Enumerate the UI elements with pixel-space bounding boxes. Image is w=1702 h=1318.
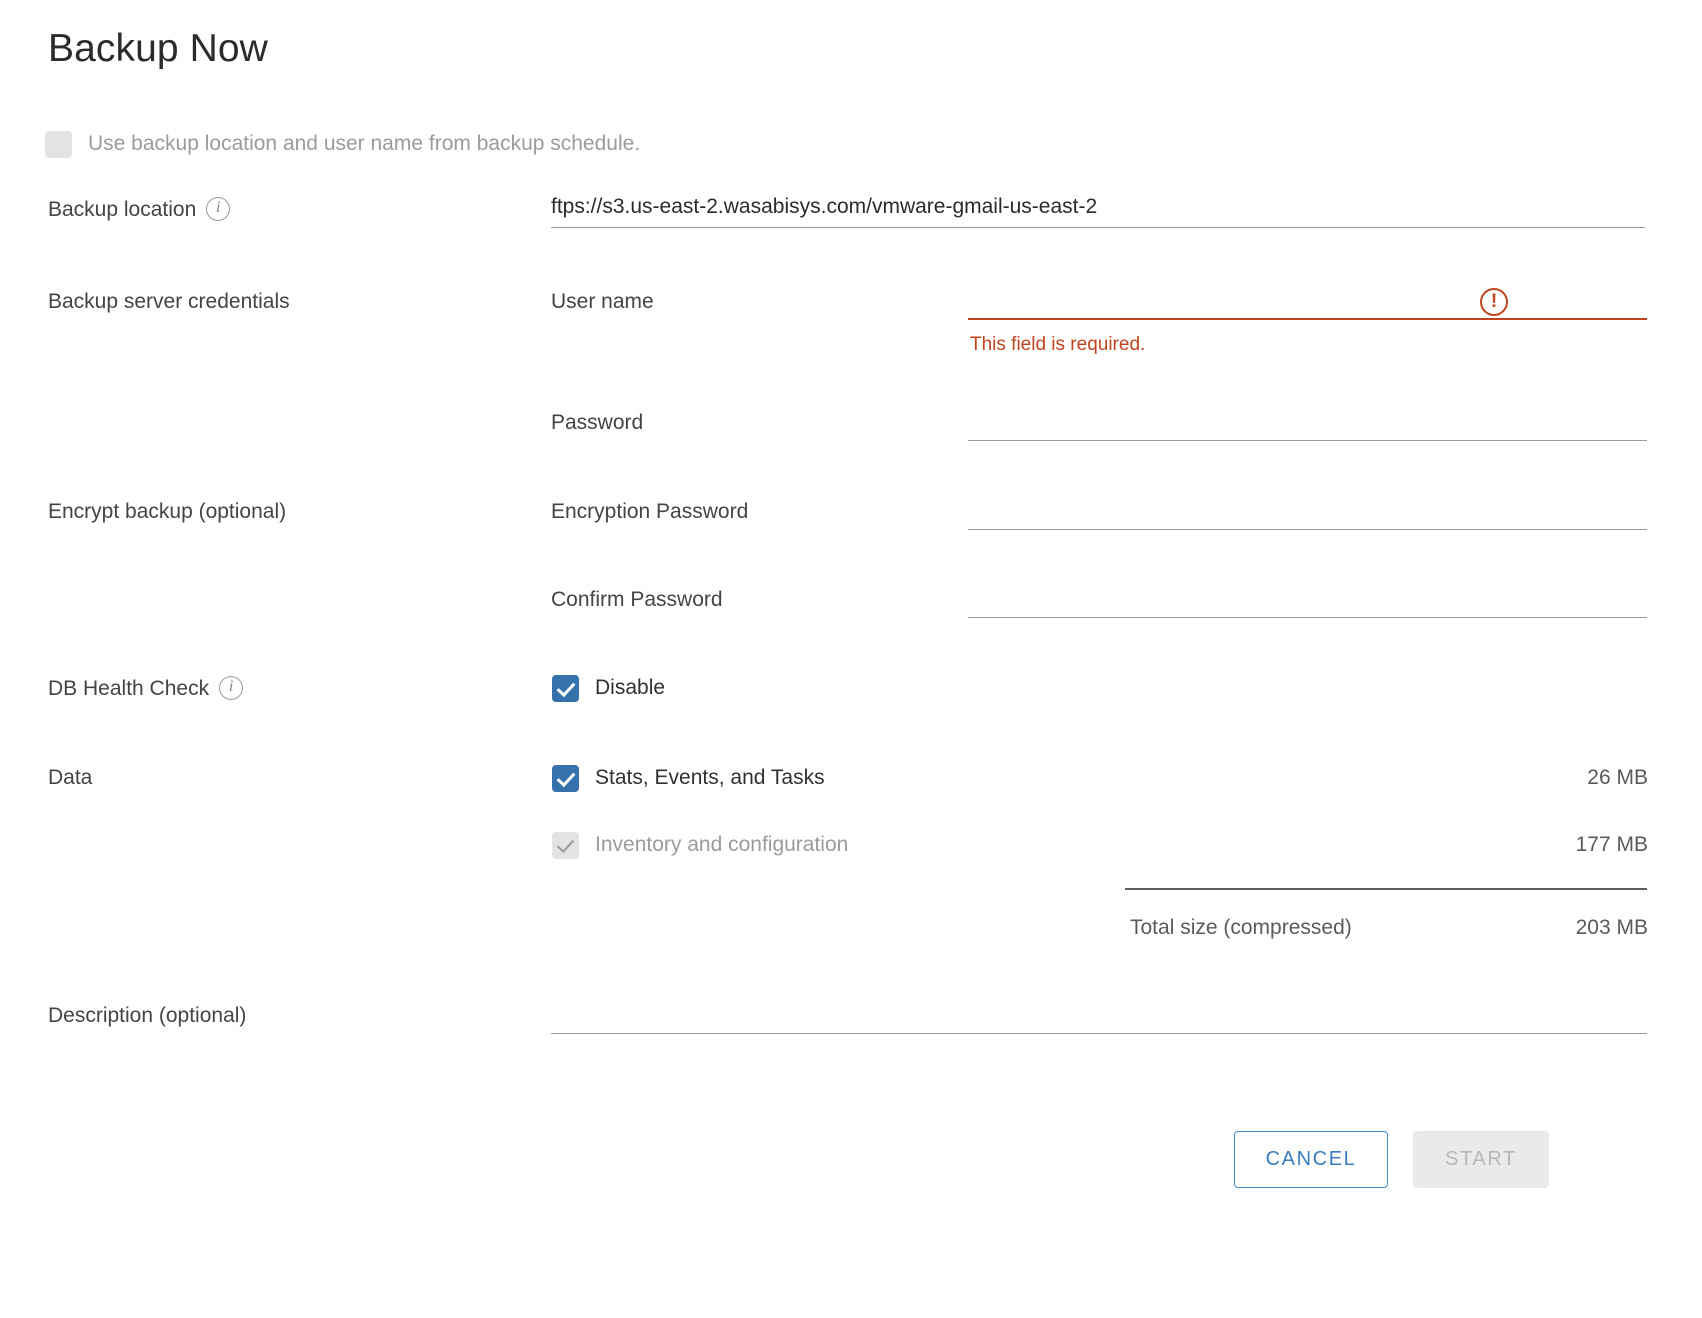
total-size-label: Total size (compressed)	[1130, 916, 1352, 939]
total-size-divider	[1125, 888, 1647, 890]
encryption-password-label: Encryption Password	[551, 500, 749, 523]
exclamation-circle-icon	[1480, 288, 1508, 316]
use-schedule-checkbox-row[interactable]: Use backup location and user name from b…	[45, 130, 640, 158]
backup-now-dialog: Backup Now Use backup location and user …	[0, 0, 1702, 1318]
backup-server-credentials-label: Backup server credentials	[48, 290, 290, 313]
password-label: Password	[551, 411, 644, 434]
start-button[interactable]: START	[1413, 1131, 1549, 1188]
backup-location-label-text: Backup location	[48, 198, 197, 221]
data-item-inventory-row: Inventory and configuration	[552, 831, 848, 859]
confirm-password-input[interactable]	[968, 584, 1647, 618]
page-title: Backup Now	[48, 27, 268, 70]
use-schedule-checkbox[interactable]	[45, 130, 72, 158]
backup-location-input[interactable]	[551, 194, 1645, 228]
data-section-label: Data	[48, 766, 93, 789]
data-item-stats-row[interactable]: Stats, Events, and Tasks	[552, 764, 825, 792]
user-name-error-text: This field is required.	[970, 334, 1146, 355]
inventory-configuration-checkbox	[552, 831, 579, 859]
confirm-password-label: Confirm Password	[551, 588, 723, 611]
db-health-disable-label: Disable	[595, 676, 666, 699]
user-name-label: User name	[551, 290, 654, 313]
cancel-button[interactable]: CANCEL	[1234, 1131, 1388, 1188]
backup-location-label: Backup location	[48, 196, 231, 224]
total-size-value: 203 MB	[1575, 916, 1648, 939]
use-schedule-label: Use backup location and user name from b…	[88, 132, 641, 155]
inventory-configuration-size: 177 MB	[1575, 833, 1648, 856]
inventory-configuration-label: Inventory and configuration	[595, 833, 849, 856]
db-health-check-label-text: DB Health Check	[48, 677, 210, 700]
description-input[interactable]	[551, 1000, 1647, 1034]
password-input[interactable]	[968, 407, 1647, 441]
user-name-input[interactable]	[968, 286, 1647, 320]
stats-events-tasks-size: 26 MB	[1587, 766, 1648, 789]
db-health-check-label: DB Health Check	[48, 675, 244, 703]
encrypt-backup-label: Encrypt backup (optional)	[48, 500, 287, 523]
stats-events-tasks-label: Stats, Events, and Tasks	[595, 766, 825, 789]
stats-events-tasks-checkbox[interactable]	[552, 764, 579, 792]
db-health-disable-checkbox-row[interactable]: Disable	[552, 674, 665, 702]
info-circle-icon[interactable]	[206, 197, 231, 221]
description-label: Description (optional)	[48, 1004, 247, 1027]
encryption-password-input[interactable]	[968, 496, 1647, 530]
db-health-disable-checkbox[interactable]	[552, 674, 579, 702]
info-circle-icon[interactable]	[219, 676, 244, 700]
